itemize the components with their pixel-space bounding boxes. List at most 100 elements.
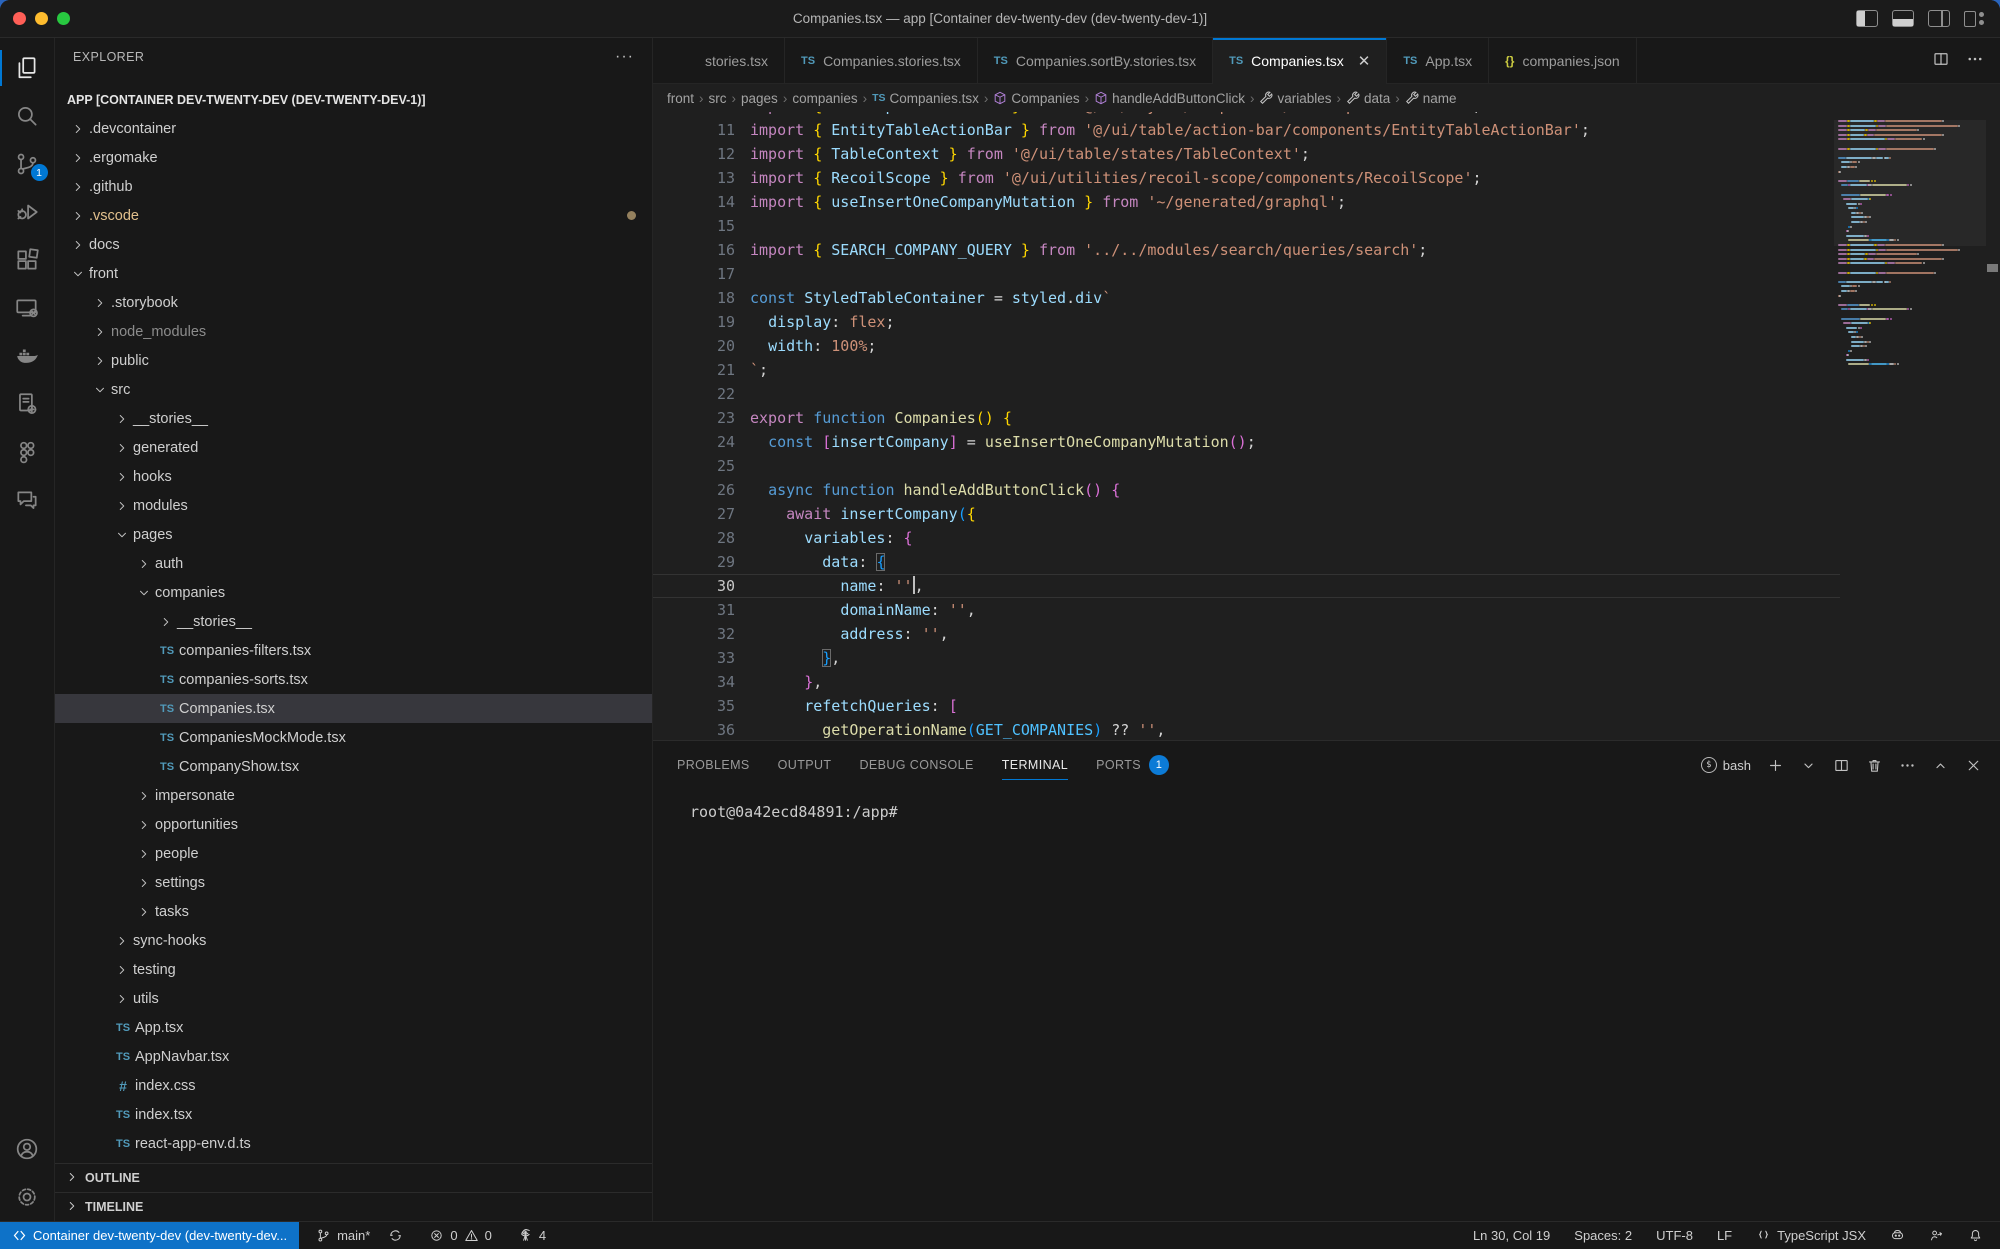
tab-Companies.sortBy.stories.tsx[interactable]: TSCompanies.sortBy.stories.tsx xyxy=(978,38,1213,84)
activity-item-remote-explorer[interactable] xyxy=(0,284,55,332)
code-line[interactable]: 23export function Companies() { xyxy=(653,406,1840,430)
panel-tab-ports[interactable]: PORTS1 xyxy=(1096,741,1169,789)
code-line[interactable]: 30 name: '', xyxy=(653,574,1840,598)
tree-file-index.css[interactable]: #index.css xyxy=(55,1071,652,1100)
tree-folder-.devcontainer[interactable]: .devcontainer xyxy=(55,114,652,143)
code-line[interactable]: 13import { RecoilScope } from '@/ui/util… xyxy=(653,166,1840,190)
code-line[interactable]: 18const StyledTableContainer = styled.di… xyxy=(653,286,1840,310)
tab-Companies.tsx[interactable]: TSCompanies.tsx✕ xyxy=(1213,38,1387,84)
tree-folder-companies[interactable]: companies xyxy=(55,578,652,607)
outline-section[interactable]: OUTLINE xyxy=(55,1163,652,1192)
tree-folder-.storybook[interactable]: .storybook xyxy=(55,288,652,317)
tree-folder-people[interactable]: people xyxy=(55,839,652,868)
status-sync[interactable] xyxy=(379,1222,412,1249)
breadcrumb-item-Companies.tsx[interactable]: TSCompanies.tsx xyxy=(872,91,979,106)
editor-scrollbar[interactable] xyxy=(1985,112,2000,740)
kill-terminal-button[interactable] xyxy=(1866,757,1883,774)
code-line[interactable]: 11import { EntityTableActionBar } from '… xyxy=(653,118,1840,142)
tree-folder-settings[interactable]: settings xyxy=(55,868,652,897)
close-panel-button[interactable] xyxy=(1965,757,1982,774)
code-line[interactable]: 17 xyxy=(653,262,1840,286)
code-editor[interactable]: 10import { WithTopBarContainer } from '@… xyxy=(653,112,2000,740)
terminal-dropdown-button[interactable] xyxy=(1800,757,1817,774)
breadcrumb-item-Companies[interactable]: Companies xyxy=(993,91,1079,106)
code-line[interactable]: 14import { useInsertOneCompanyMutation }… xyxy=(653,190,1840,214)
status-git-branch[interactable]: main* xyxy=(307,1222,379,1249)
zoom-window-button[interactable] xyxy=(57,12,70,25)
tree-folder-pages[interactable]: pages xyxy=(55,520,652,549)
status-feedback[interactable] xyxy=(1920,1222,1953,1249)
code-line[interactable]: 29 data: { xyxy=(653,550,1840,574)
split-terminal-button[interactable] xyxy=(1833,757,1850,774)
code-line[interactable]: 28 variables: { xyxy=(653,526,1840,550)
tab-companies.json[interactable]: {}companies.json xyxy=(1489,38,1637,84)
status-indentation[interactable]: Spaces: 2 xyxy=(1565,1222,1641,1249)
tree-folder-utils[interactable]: utils xyxy=(55,984,652,1013)
tree-file-companies-sorts.tsx[interactable]: TScompanies-sorts.tsx xyxy=(55,665,652,694)
activity-item-source-control[interactable]: 1 xyxy=(0,140,55,188)
tree-folder-docs[interactable]: docs xyxy=(55,230,652,259)
activity-item-extensions[interactable] xyxy=(0,236,55,284)
activity-item-figma[interactable] xyxy=(0,428,55,476)
activity-item-accounts[interactable] xyxy=(0,1125,55,1173)
tree-folder-opportunities[interactable]: opportunities xyxy=(55,810,652,839)
status-eol[interactable]: LF xyxy=(1708,1222,1741,1249)
code-line[interactable]: 16import { SEARCH_COMPANY_QUERY } from '… xyxy=(653,238,1840,262)
tree-folder-src[interactable]: src xyxy=(55,375,652,404)
code-line[interactable]: 34 }, xyxy=(653,670,1840,694)
status-language-mode[interactable]: TypeScript JSX xyxy=(1747,1222,1875,1249)
new-terminal-button[interactable] xyxy=(1767,757,1784,774)
scrollbar-thumb[interactable] xyxy=(1987,264,1998,272)
tree-file-CompaniesMockMode.tsx[interactable]: TSCompaniesMockMode.tsx xyxy=(55,723,652,752)
tree-folder-public[interactable]: public xyxy=(55,346,652,375)
tree-folder-tasks[interactable]: tasks xyxy=(55,897,652,926)
tree-file-companies-filters.tsx[interactable]: TScompanies-filters.tsx xyxy=(55,636,652,665)
panel-tab-debug-console[interactable]: DEBUG CONSOLE xyxy=(859,741,973,789)
tree-folder-nodemodules[interactable]: node_modules xyxy=(55,317,652,346)
editor-more-actions-button[interactable] xyxy=(1966,50,1984,73)
panel-tab-output[interactable]: OUTPUT xyxy=(778,741,832,789)
code-line[interactable]: 21`; xyxy=(653,358,1840,382)
code-line[interactable]: 27 await insertCompany({ xyxy=(653,502,1840,526)
code-line[interactable]: 33 }, xyxy=(653,646,1840,670)
activity-item-docker[interactable] xyxy=(0,332,55,380)
tab-stories.tsx[interactable]: stories.tsx xyxy=(653,38,785,84)
breadcrumb-item-pages[interactable]: pages xyxy=(741,91,778,106)
status-remote-indicator[interactable]: Container dev-twenty-dev (dev-twenty-dev… xyxy=(0,1222,299,1249)
code-line[interactable]: 31 domainName: '', xyxy=(653,598,1840,622)
tree-folder-impersonate[interactable]: impersonate xyxy=(55,781,652,810)
tree-folder-modules[interactable]: modules xyxy=(55,491,652,520)
maximize-panel-button[interactable] xyxy=(1932,757,1949,774)
code-line[interactable]: 15 xyxy=(653,214,1840,238)
tree-folder-front[interactable]: front xyxy=(55,259,652,288)
tree-folder-.github[interactable]: .github xyxy=(55,172,652,201)
minimize-window-button[interactable] xyxy=(35,12,48,25)
breadcrumb-item-handleAddButtonClick[interactable]: handleAddButtonClick xyxy=(1094,91,1245,106)
tree-folder-generated[interactable]: generated xyxy=(55,433,652,462)
customize-layout-button[interactable] xyxy=(1964,10,1986,27)
activity-item-run-debug[interactable] xyxy=(0,188,55,236)
code-line[interactable]: 25 xyxy=(653,454,1840,478)
code-line[interactable]: 20 width: 100%; xyxy=(653,334,1840,358)
tree-folder-stories[interactable]: __stories__ xyxy=(55,607,652,636)
code-line[interactable]: 32 address: '', xyxy=(653,622,1840,646)
close-tab-icon[interactable]: ✕ xyxy=(1358,52,1371,70)
tree-folder-testing[interactable]: testing xyxy=(55,955,652,984)
tree-file-App.tsx[interactable]: TSApp.tsx xyxy=(55,1013,652,1042)
status-notifications[interactable] xyxy=(1959,1222,1992,1249)
code-line[interactable]: 24 const [insertCompany] = useInsertOneC… xyxy=(653,430,1840,454)
tree-folder-auth[interactable]: auth xyxy=(55,549,652,578)
panel-tab-problems[interactable]: PROBLEMS xyxy=(677,741,750,789)
code-line[interactable]: 19 display: flex; xyxy=(653,310,1840,334)
tree-folder-hooks[interactable]: hooks xyxy=(55,462,652,491)
tab-App.tsx[interactable]: TSApp.tsx xyxy=(1387,38,1489,84)
terminal[interactable]: root@0a42ecd84891:/app# xyxy=(653,789,2000,1221)
workspace-section-header[interactable]: APP [CONTAINER DEV-TWENTY-DEV (DEV-TWENT… xyxy=(55,86,652,114)
close-window-button[interactable] xyxy=(13,12,26,25)
breadcrumb-item-data[interactable]: data xyxy=(1346,91,1390,106)
code-line[interactable]: 36 getOperationName(GET_COMPANIES) ?? ''… xyxy=(653,718,1840,740)
tree-folder-.ergomake[interactable]: .ergomake xyxy=(55,143,652,172)
breadcrumb-item-variables[interactable]: variables xyxy=(1259,91,1331,106)
tree-file-index.tsx[interactable]: TSindex.tsx xyxy=(55,1100,652,1129)
tree-file-CompanyShow.tsx[interactable]: TSCompanyShow.tsx xyxy=(55,752,652,781)
